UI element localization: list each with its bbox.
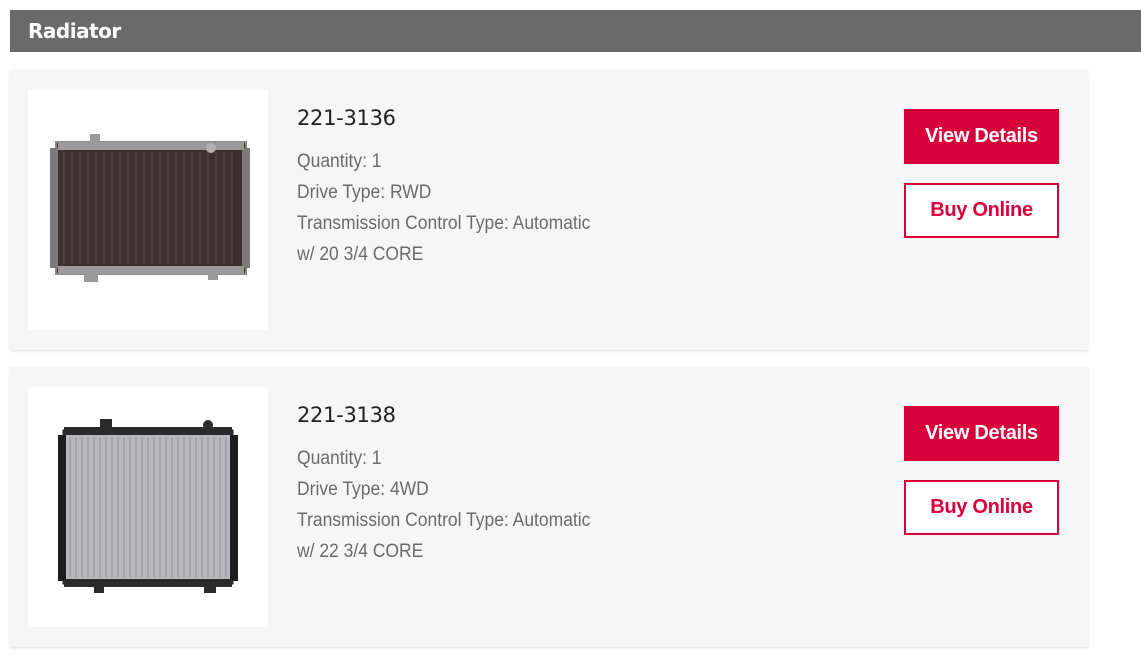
spec-transmission: Transmission Control Type: Automatic [297, 510, 591, 531]
view-details-button[interactable]: View Details [904, 109, 1059, 164]
view-details-button[interactable]: View Details [904, 406, 1059, 461]
radiator-image [58, 419, 238, 593]
section-title: Radiator [28, 19, 121, 43]
part-number: 221-3138 [297, 403, 396, 427]
spec-list: Quantity: 1 Drive Type: 4WD Transmission… [297, 443, 616, 567]
product-image[interactable] [28, 387, 268, 627]
buy-online-button[interactable]: Buy Online [904, 183, 1059, 238]
product-card: 221-3136 Quantity: 1 Drive Type: RWD Tra… [10, 70, 1088, 350]
spec-drive-type: Drive Type: RWD [297, 182, 432, 203]
buy-online-button[interactable]: Buy Online [904, 480, 1059, 535]
part-number: 221-3136 [297, 106, 396, 130]
spec-quantity: Quantity: 1 [297, 151, 382, 172]
spec-list: Quantity: 1 Drive Type: RWD Transmission… [297, 146, 616, 270]
product-image[interactable] [28, 90, 268, 330]
spec-core: w/ 20 3/4 CORE [297, 244, 424, 265]
spec-core: w/ 22 3/4 CORE [297, 541, 424, 562]
spec-quantity: Quantity: 1 [297, 448, 382, 469]
spec-drive-type: Drive Type: 4WD [297, 479, 429, 500]
spec-transmission: Transmission Control Type: Automatic [297, 213, 591, 234]
product-card: 221-3138 Quantity: 1 Drive Type: 4WD Tra… [10, 367, 1088, 647]
radiator-image [50, 134, 250, 282]
section-header: Radiator [10, 10, 1141, 52]
